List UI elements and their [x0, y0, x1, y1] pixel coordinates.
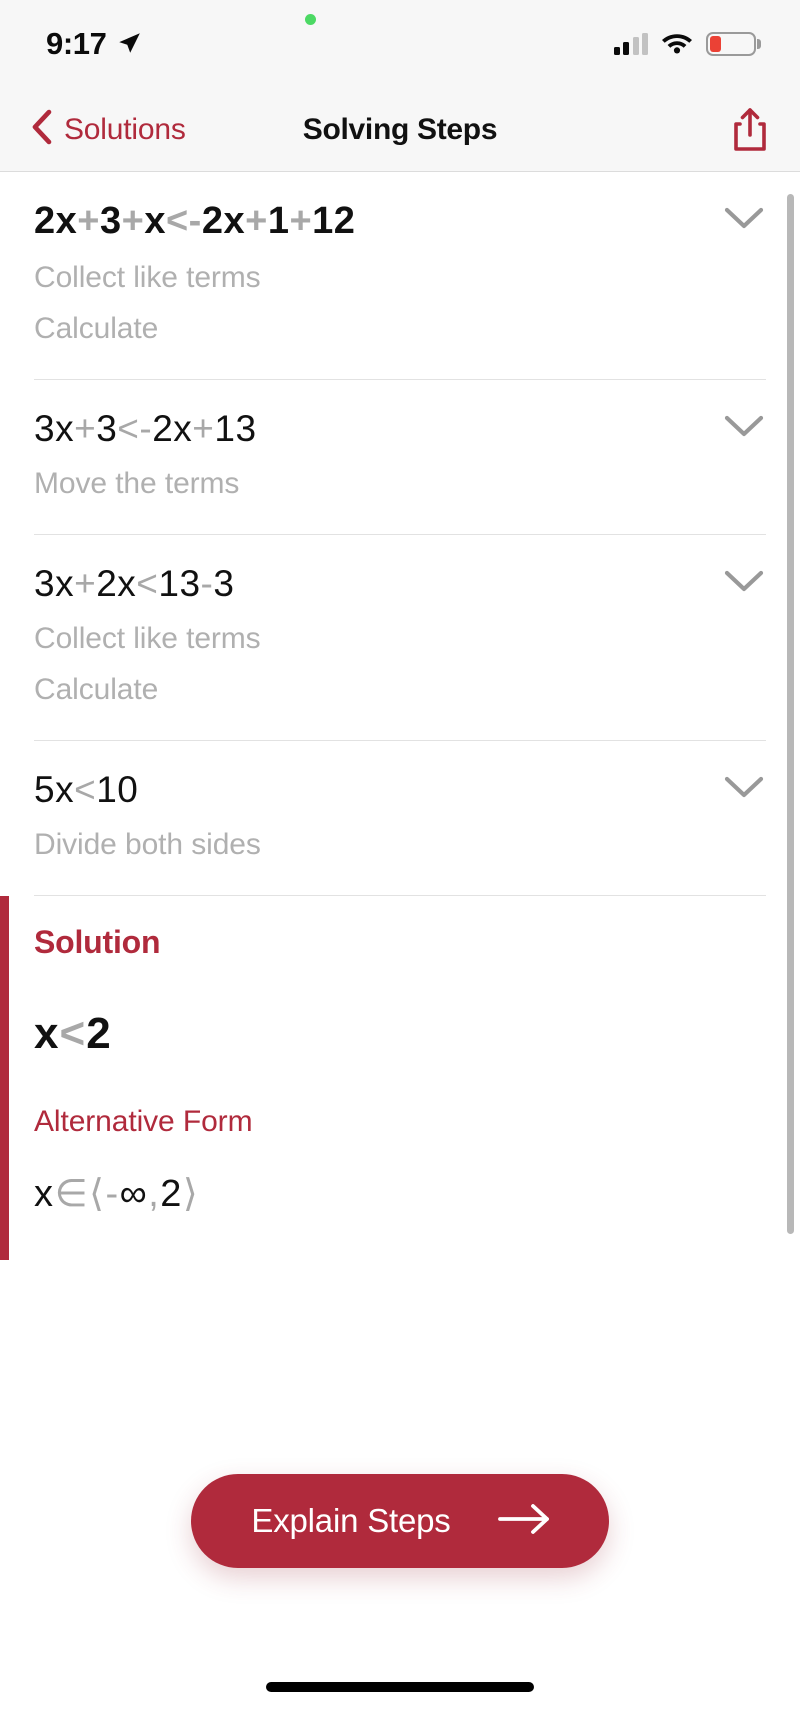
step-expression: 3x+3<-2x+13 [34, 406, 766, 452]
math-term: 1 [267, 200, 290, 242]
math-operator: ⟨ [89, 1172, 106, 1215]
math-term: 2 [86, 1008, 112, 1058]
step-inner: 2x+3+x<-2x+1+12 Collect like terms Calcula… [34, 172, 766, 379]
math-term: 2x [201, 200, 246, 242]
math-operator: < [117, 407, 140, 449]
math-term: 13 [214, 407, 257, 449]
step-expression: 5x<10 [34, 767, 766, 813]
status-time: 9:17 [46, 26, 107, 61]
math-operator: < [165, 200, 189, 242]
step-hint: Divide both sides [34, 828, 261, 862]
step-inner: 5x<10 Divide both sides [34, 741, 766, 895]
math-term: 2x [34, 200, 78, 242]
step-expression: 3x+2x<13-3 [34, 561, 766, 607]
math-operator: + [77, 200, 100, 242]
math-operator: - [200, 562, 214, 604]
step-row[interactable]: 3x+2x<13-3 Collect like terms Calculate [0, 535, 800, 740]
math-term: 2x [152, 407, 193, 449]
wifi-icon [661, 30, 693, 59]
status-bar-right [613, 30, 761, 59]
math-operator: + [192, 407, 215, 449]
math-operator: < [74, 768, 97, 810]
status-bar-left: 9:17 [46, 26, 142, 62]
math-term: 3 [96, 407, 118, 449]
math-term: ∞ [119, 1172, 149, 1215]
chevron-down-icon[interactable] [722, 412, 766, 445]
solution-heading: Solution [34, 923, 161, 960]
steps-list: 2x+3+x<-2x+1+12 Collect like terms Calcula… [0, 172, 800, 896]
math-term: x [34, 1172, 55, 1215]
math-term: x [144, 200, 166, 242]
math-term: 5x [34, 768, 75, 810]
math-operator: < [59, 1008, 87, 1058]
step-hint: Calculate [34, 673, 159, 707]
math-term: 2 [160, 1172, 183, 1215]
explain-steps-button[interactable]: Explain Steps [191, 1473, 609, 1568]
chevron-down-icon[interactable] [722, 773, 766, 806]
step-row[interactable]: 2x+3+x<-2x+1+12 Collect like terms Calcula… [0, 172, 800, 379]
math-term: 2x [96, 562, 137, 604]
math-term: 3x [34, 407, 75, 449]
math-term: 12 [312, 200, 356, 242]
solution-block: Solution x<2 Alternative Form x∈⟨-∞,2⟩ [0, 895, 800, 1260]
math-operator: ⟩ [182, 1172, 200, 1215]
math-term: 10 [96, 768, 139, 810]
step-expression: 2x+3+x<-2x+1+12 [34, 198, 766, 246]
chevron-left-icon [30, 109, 52, 150]
math-operator: + [74, 407, 97, 449]
footer-button-zone: Explain Steps [0, 1260, 800, 1568]
solution-result: x<2 [34, 1009, 766, 1059]
math-operator: + [121, 200, 145, 242]
math-operator: - [139, 407, 153, 449]
math-operator: + [74, 562, 97, 604]
math-term: 3 [213, 562, 235, 604]
step-hint: Move the terms [34, 466, 240, 500]
location-arrow-icon [116, 30, 142, 61]
math-operator: + [245, 200, 268, 242]
math-operator: < [136, 562, 159, 604]
step-hint: Collect like terms [34, 260, 261, 294]
green-status-dot [305, 14, 316, 25]
back-label: Solutions [64, 112, 186, 146]
math-term: 13 [158, 562, 201, 604]
math-operator: - [105, 1172, 120, 1215]
math-term: 3 [99, 200, 122, 242]
math-operator: , [148, 1172, 161, 1215]
solution-accent-bar [0, 895, 9, 1260]
arrow-right-icon [497, 1502, 553, 1539]
math-operator: ∈ [54, 1172, 90, 1215]
explain-steps-label: Explain Steps [251, 1501, 451, 1539]
navigation-bar: Solutions Solving Steps [0, 88, 800, 172]
solving-steps-content: 2x+3+x<-2x+1+12 Collect like terms Calcula… [0, 172, 800, 1716]
math-term: x [34, 1008, 60, 1058]
chevron-down-icon[interactable] [722, 204, 766, 237]
back-to-solutions-button[interactable]: Solutions [30, 109, 186, 150]
alternative-form-value: x∈⟨-∞,2⟩ [34, 1171, 766, 1216]
battery-low-icon [706, 32, 761, 56]
step-row[interactable]: 3x+3<-2x+13 Move the terms [0, 380, 800, 534]
step-row[interactable]: 5x<10 Divide both sides [0, 741, 800, 895]
share-icon [734, 107, 766, 151]
alternative-form-heading: Alternative Form [34, 1104, 253, 1138]
home-indicator [266, 1682, 534, 1692]
step-inner: 3x+2x<13-3 Collect like terms Calculate [34, 535, 766, 740]
step-hint: Calculate [34, 312, 159, 346]
math-term: 3x [34, 562, 75, 604]
status-bar: 9:17 [0, 0, 800, 88]
cellular-signal-icon [613, 33, 648, 55]
math-operator: + [289, 200, 313, 242]
step-inner: 3x+3<-2x+13 Move the terms [34, 380, 766, 534]
step-hint: Collect like terms [34, 621, 261, 655]
chevron-down-icon[interactable] [722, 567, 766, 600]
share-button[interactable] [730, 106, 770, 154]
math-operator: - [188, 200, 202, 242]
